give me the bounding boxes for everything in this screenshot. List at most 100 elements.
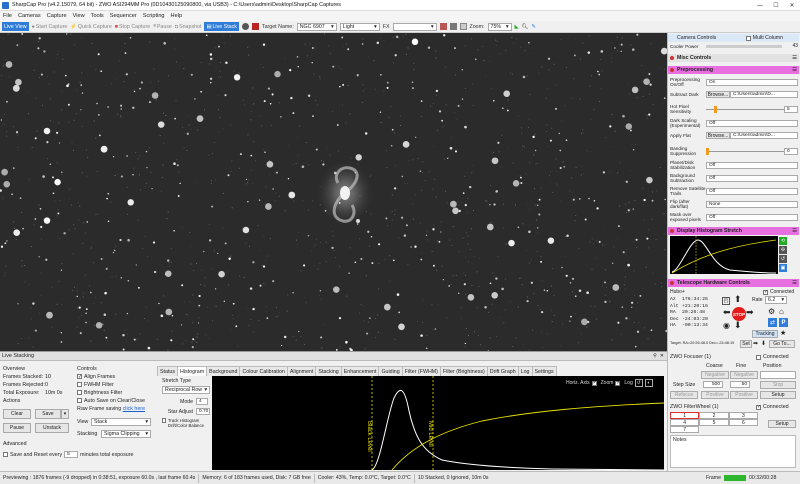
focuser-setup-button[interactable]: Setup: [760, 391, 796, 399]
magnifier-icon[interactable]: 🔍︎: [522, 24, 529, 30]
preprocessing-header[interactable]: Preprocessing ☰: [668, 66, 799, 74]
raw-frame-link[interactable]: click here: [123, 406, 145, 412]
multi-column-checkbox[interactable]: [745, 35, 751, 41]
mount-connected-checkbox[interactable]: [763, 289, 768, 295]
target-icon[interactable]: ◉: [723, 322, 730, 330]
menu-help[interactable]: Help: [171, 13, 183, 19]
record-square-icon[interactable]: [251, 23, 259, 30]
save-button[interactable]: Save: [35, 409, 61, 419]
flip-select[interactable]: None: [706, 200, 798, 208]
filter-slot-4[interactable]: 4: [670, 419, 700, 426]
quick-capture-button[interactable]: ⚡ Quick Capture: [70, 24, 111, 30]
pin-icon[interactable]: ⚲: [653, 353, 657, 359]
tab-filter-fwhm[interactable]: Filter (FWHM): [401, 366, 441, 376]
arrow-up-icon[interactable]: ⬆: [734, 295, 742, 304]
auto-icon[interactable]: ◐: [644, 379, 653, 387]
focus-negative-button[interactable]: Negative: [701, 371, 729, 379]
banding-slider[interactable]: [706, 147, 784, 155]
stretch-icon[interactable]: ✣: [779, 246, 787, 254]
hot-pixel-value[interactable]: 5: [784, 105, 798, 113]
filter-slot-7[interactable]: 7: [670, 426, 700, 433]
fine-step-field[interactable]: 50: [730, 381, 750, 388]
tab-alignment[interactable]: Alignment: [286, 366, 317, 376]
filter-slot-3[interactable]: 3: [728, 412, 758, 419]
align-frames-checkbox[interactable]: [77, 373, 82, 381]
filter-slot-1[interactable]: 1: [670, 412, 700, 419]
auto-stretch-icon[interactable]: ⟲: [779, 237, 787, 245]
position-field[interactable]: [760, 371, 796, 379]
tab-histogram[interactable]: Histogram: [177, 366, 208, 376]
preprocessing-onoff-select[interactable]: On: [706, 78, 798, 86]
notes-box[interactable]: Notes: [670, 435, 796, 468]
target-name-select[interactable]: NGC 6907 ▾: [296, 22, 337, 31]
coarse-step-field[interactable]: 500: [703, 381, 723, 388]
arrow-right-icon[interactable]: ➡: [753, 340, 758, 347]
display-icon[interactable]: [459, 23, 467, 30]
zoom-select[interactable]: 75% ▾: [487, 22, 512, 31]
mode-value[interactable]: 4: [196, 398, 208, 405]
menu-sequencer[interactable]: Sequencer: [110, 13, 137, 19]
stack-histogram-plot[interactable]: Black Level Mid Level: [212, 376, 664, 470]
banding-value[interactable]: 0: [784, 147, 798, 155]
menu-cameras[interactable]: Cameras: [18, 13, 41, 19]
stacking-select[interactable]: Sigma Clipping ▾: [101, 430, 151, 438]
menu-icon[interactable]: ☰: [792, 280, 797, 286]
live-image-view[interactable]: [0, 33, 667, 351]
home-icon[interactable]: ⌂: [779, 307, 784, 316]
filter-slot-2[interactable]: 2: [699, 412, 729, 419]
focus-fine-negative-button[interactable]: Negative: [730, 371, 758, 379]
mount-stop-button[interactable]: STOP: [732, 307, 746, 321]
reset-icon[interactable]: ↺: [634, 379, 643, 387]
filterwheel-setup-button[interactable]: Setup: [768, 420, 796, 428]
dark-scaling-select[interactable]: Off: [706, 119, 798, 127]
tab-colour-calibration[interactable]: Colour Calibration: [239, 366, 288, 376]
start-capture-button[interactable]: ● Start Capture: [32, 24, 68, 30]
live-stack-button[interactable]: ▤ Live Stack: [204, 22, 239, 31]
gear-icon[interactable]: ⚙: [768, 307, 775, 316]
horiz-axis-checkbox[interactable]: [591, 380, 597, 386]
apply-flat-browse-button[interactable]: Browse...: [706, 132, 730, 139]
snapshot-button[interactable]: ◘ Snapshot: [175, 24, 202, 30]
display-histogram-header[interactable]: Display Histogram Stretch ☰: [668, 227, 799, 235]
focus-stop-button[interactable]: Stop: [760, 381, 796, 389]
stretch-type-select[interactable]: Reciprocal Row ▾: [162, 386, 210, 394]
star-icon[interactable]: ★: [780, 329, 786, 337]
live-view-button[interactable]: Live View: [2, 22, 29, 31]
tracking-button[interactable]: Tracking: [752, 330, 778, 338]
set-button[interactable]: Set: [740, 340, 752, 348]
histogram-icon[interactable]: ◣: [515, 24, 519, 30]
menu-tools[interactable]: Tools: [91, 13, 104, 19]
arrow-down-icon[interactable]: ⬇: [761, 340, 766, 347]
camera-controls-header[interactable]: Camera Controls Multi Column: [668, 34, 799, 42]
arrow-left-icon[interactable]: ⬅: [723, 308, 731, 317]
minimize-icon[interactable]: —: [752, 0, 768, 11]
tab-stacking[interactable]: Stacking: [315, 366, 342, 376]
subtract-dark-path[interactable]: C:\Users\admin\D...: [730, 91, 798, 98]
focus-fine-positive-button[interactable]: Positive: [730, 391, 758, 399]
color-swatch-icon[interactable]: [439, 23, 447, 30]
subtract-dark-browse-button[interactable]: Browse...: [706, 91, 730, 98]
save-icon[interactable]: ▣: [779, 264, 787, 272]
close-icon[interactable]: ✕: [660, 353, 664, 359]
filter-slot-6[interactable]: 6: [728, 419, 758, 426]
menu-scripting[interactable]: Scripting: [143, 13, 165, 19]
background-subtraction-select[interactable]: Off: [706, 174, 798, 182]
tab-background[interactable]: Background: [206, 366, 241, 376]
goto-button[interactable]: Go To...: [769, 340, 795, 348]
focus-positive-button[interactable]: Positive: [701, 391, 729, 399]
menu-icon[interactable]: ☰: [792, 228, 797, 234]
planet-stabilization-select[interactable]: Off: [706, 161, 798, 169]
sync-icon[interactable]: ⇄: [768, 318, 777, 327]
clear-button[interactable]: Clear: [3, 409, 31, 419]
stop-capture-button[interactable]: ■ Stop Capture: [115, 24, 150, 30]
apply-flat-path[interactable]: C:\Users\admin\D...: [730, 132, 798, 139]
menu-icon[interactable]: ☰: [792, 67, 797, 73]
display-histogram-plot[interactable]: [670, 236, 778, 274]
autosave-checkbox[interactable]: [77, 398, 82, 404]
grid-icon[interactable]: [449, 23, 457, 30]
fx-select[interactable]: ▾: [392, 22, 437, 31]
tab-settings[interactable]: Settings: [531, 366, 557, 376]
zoom-checkbox[interactable]: [615, 380, 621, 386]
rate-select[interactable]: 6.2 ▾: [765, 296, 787, 304]
maximize-icon[interactable]: ☐: [768, 0, 784, 11]
